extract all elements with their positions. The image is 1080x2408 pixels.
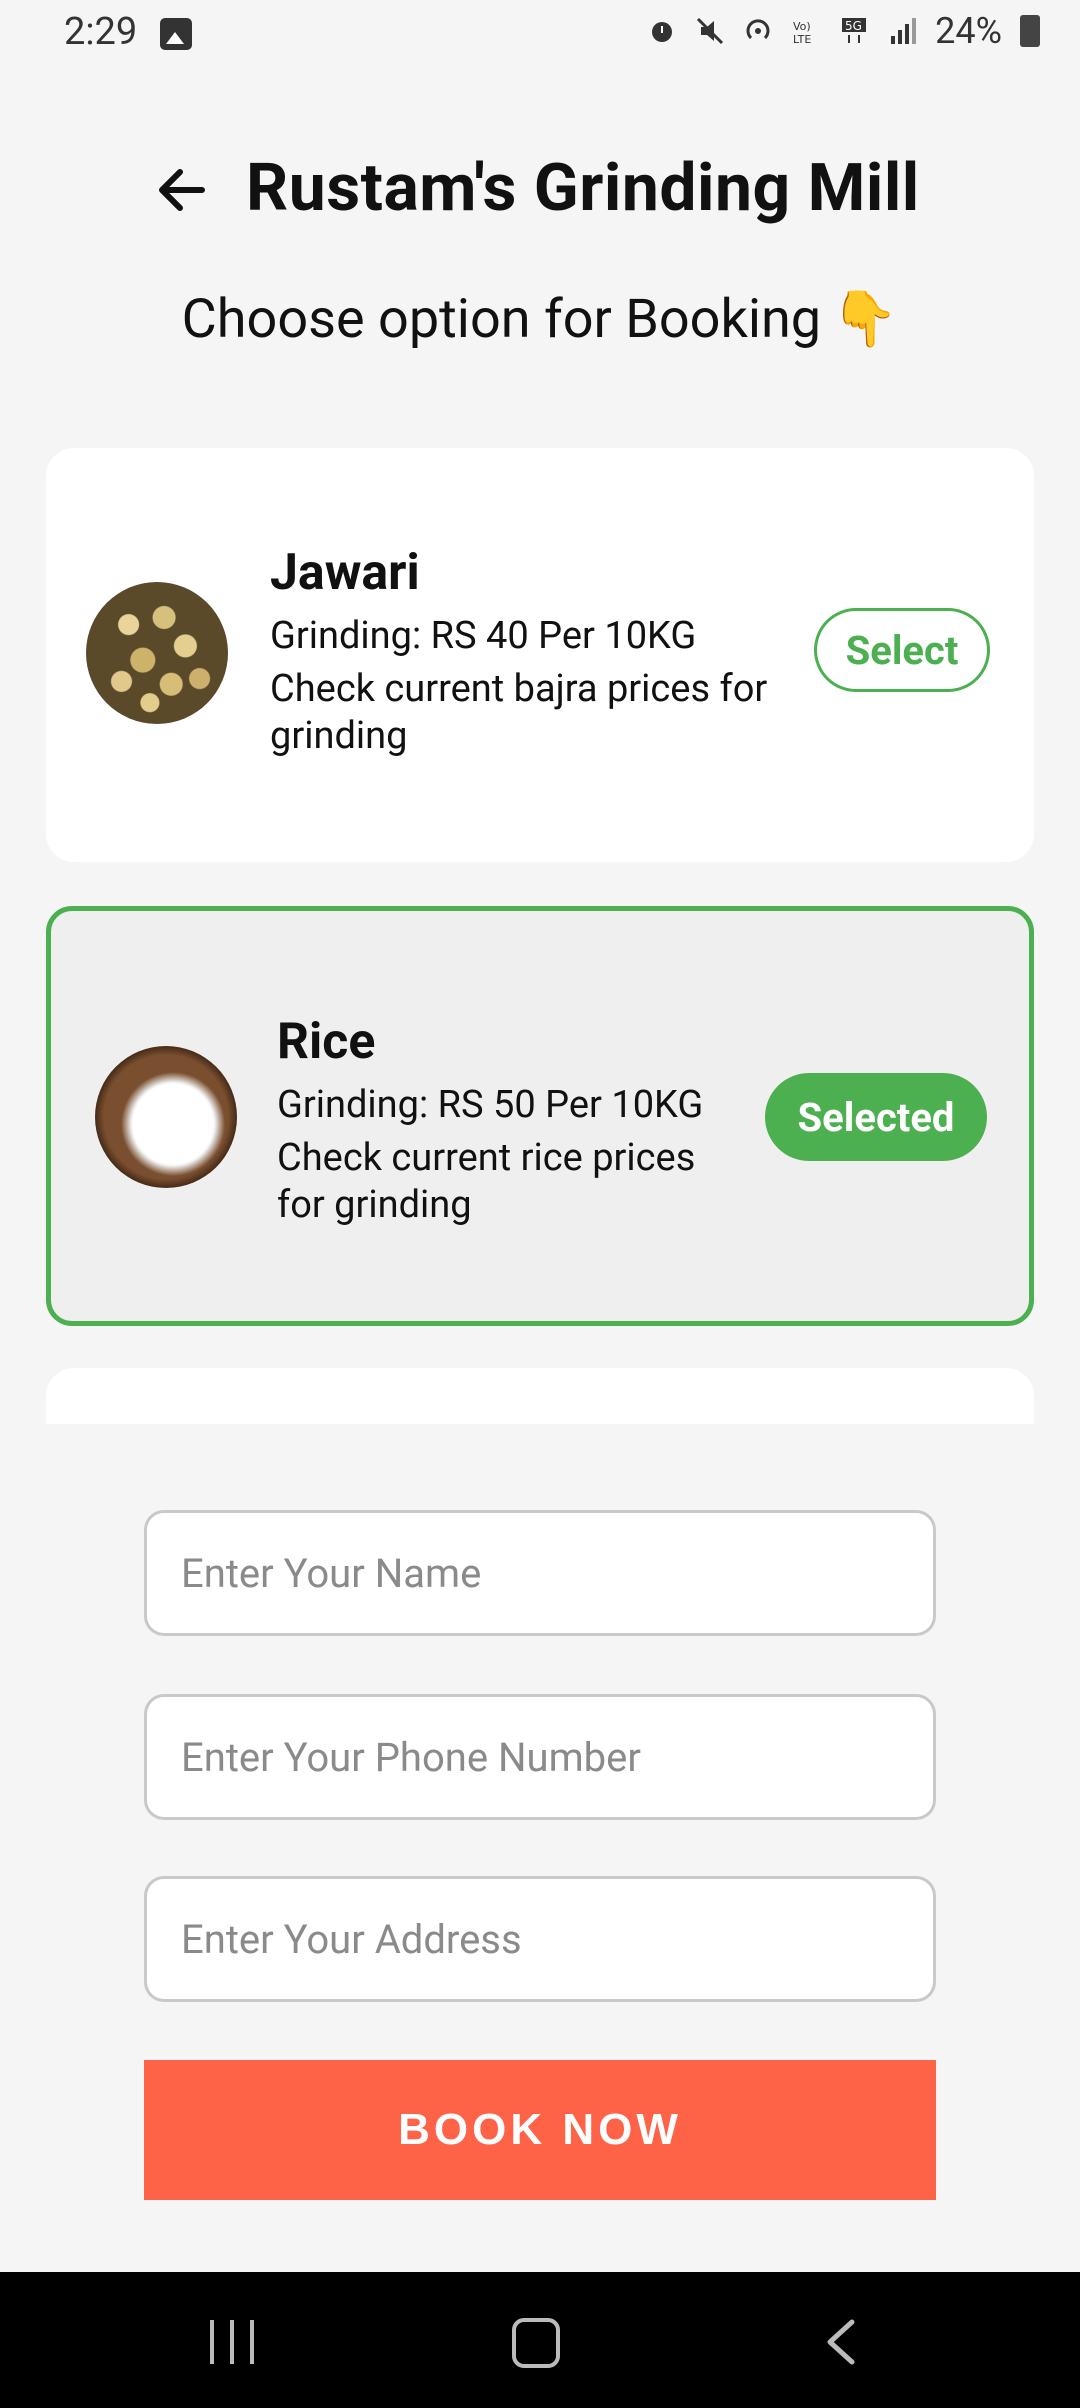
signal-icon [891,18,917,44]
system-nav-bar [0,2272,1080,2408]
recent-apps-icon[interactable] [210,2320,254,2364]
select-button[interactable]: Select [814,608,990,692]
option-name: Rice [277,1013,376,1071]
arrow-left-icon[interactable] [152,160,212,220]
volte-icon: Vo)LTE [793,20,811,46]
book-now-button[interactable]: BOOK NOW [144,2060,936,2200]
subtitle-text: Choose option for Booking [181,288,822,351]
option-card-jawari[interactable]: Jawari Grinding: RS 40 Per 10KG Check cu… [46,448,1034,862]
option-card-rice[interactable]: Rice Grinding: RS 50 Per 10KG Check curr… [46,906,1034,1326]
status-icons: Vo) LTE 5G 24% [647,10,1040,52]
svg-text:Vo): Vo) [793,20,811,33]
page-title: Rustam's Grinding Mill [246,150,920,227]
name-input[interactable] [144,1510,936,1636]
mute-icon [697,17,724,45]
rice-image [95,1046,237,1188]
hotspot-icon [746,19,770,40]
phone-input[interactable] [144,1694,936,1820]
jawari-image [86,582,228,724]
option-price: Grinding: RS 50 Per 10KG [277,1083,704,1127]
option-card-partial[interactable] [46,1368,1034,1424]
option-description: Check current bajra prices for grinding [270,667,768,758]
app-header: Rustam's Grinding Mill [0,140,1080,240]
section-subtitle: Choose option for Booking 👇 [0,288,1080,351]
svg-text:LTE: LTE [793,33,811,46]
svg-text:5G: 5G [845,19,862,33]
home-icon[interactable] [512,2318,560,2368]
status-time: 2:29 [64,10,138,54]
alarm-icon [652,22,673,42]
selected-button[interactable]: Selected [765,1073,987,1161]
image-icon [160,18,192,50]
battery-percent: 24% [935,10,1002,52]
option-name: Jawari [270,544,420,602]
5g-icon: 5G [842,18,867,43]
back-nav-icon[interactable] [822,2318,862,2366]
pointing-down-icon: 👇 [831,288,899,351]
status-bar: 2:29 Vo) LTE 5G 24% [0,0,1080,72]
address-input[interactable] [144,1876,936,2002]
option-description: Check current rice prices for grinding [277,1136,696,1227]
battery-icon [1020,15,1040,47]
option-price: Grinding: RS 40 Per 10KG [270,614,697,658]
